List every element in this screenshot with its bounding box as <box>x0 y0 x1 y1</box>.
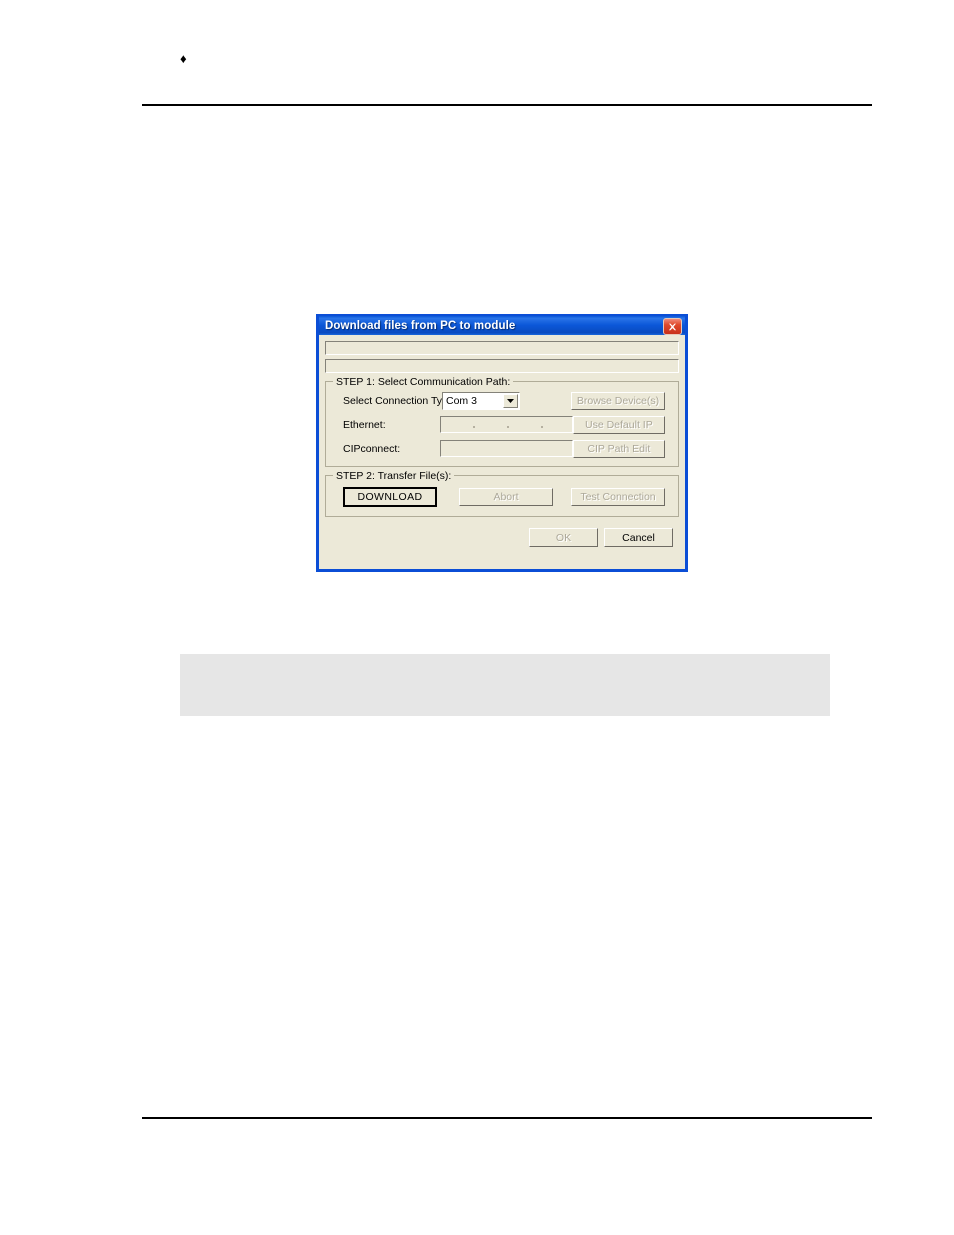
note-callout-box <box>180 654 830 716</box>
dialog-titlebar: Download files from PC to module <box>316 314 688 335</box>
cancel-button[interactable]: Cancel <box>604 528 673 547</box>
ethernet-label: Ethernet: <box>343 418 386 431</box>
ok-button[interactable]: OK <box>529 528 598 547</box>
chevron-down-icon[interactable] <box>503 393 518 408</box>
ip-separator-dot <box>473 426 476 428</box>
close-icon[interactable] <box>663 318 682 335</box>
cipconnect-row: CIPconnect: CIP Path Edit <box>334 439 670 458</box>
step1-group: STEP 1: Select Communication Path: Selec… <box>325 376 679 467</box>
download-files-dialog: Download files from PC to module STEP 1:… <box>316 314 688 572</box>
cipconnect-input[interactable] <box>440 440 573 457</box>
browse-devices-button[interactable]: Browse Device(s) <box>571 391 665 410</box>
transfer-buttons-row: DOWNLOAD Abort Test Connection <box>334 487 670 507</box>
test-connection-button[interactable]: Test Connection <box>571 488 665 506</box>
cipconnect-label: CIPconnect: <box>343 442 401 455</box>
step1-title: STEP 1: Select Communication Path: <box>333 376 514 388</box>
ip-separator-dot <box>541 426 544 428</box>
connection-type-row: Select Connection Type: Com 3 Browse Dev… <box>334 391 670 410</box>
status-line-2 <box>325 359 679 373</box>
dialog-body: STEP 1: Select Communication Path: Selec… <box>319 335 685 569</box>
download-button[interactable]: DOWNLOAD <box>343 487 437 507</box>
dialog-footer: OK Cancel <box>325 528 679 547</box>
connection-type-select[interactable]: Com 3 <box>442 391 520 410</box>
footer-rule <box>142 1117 872 1119</box>
ethernet-ip-input[interactable] <box>440 416 573 433</box>
ethernet-row: Ethernet: Use Default IP <box>334 415 670 434</box>
header-rule <box>142 104 872 106</box>
status-line-1 <box>325 341 679 355</box>
connection-type-label: Select Connection Type: <box>343 394 457 407</box>
bullet-marker: ♦ <box>180 51 187 66</box>
dialog-title: Download files from PC to module <box>325 319 516 332</box>
step2-title: STEP 2: Transfer File(s): <box>333 470 455 482</box>
ip-separator-dot <box>507 426 510 428</box>
use-default-ip-button[interactable]: Use Default IP <box>572 415 665 434</box>
connection-type-value: Com 3 <box>446 394 477 407</box>
cip-path-edit-button[interactable]: CIP Path Edit <box>572 439 665 458</box>
abort-button[interactable]: Abort <box>459 488 553 506</box>
step2-group: STEP 2: Transfer File(s): DOWNLOAD Abort… <box>325 470 679 517</box>
